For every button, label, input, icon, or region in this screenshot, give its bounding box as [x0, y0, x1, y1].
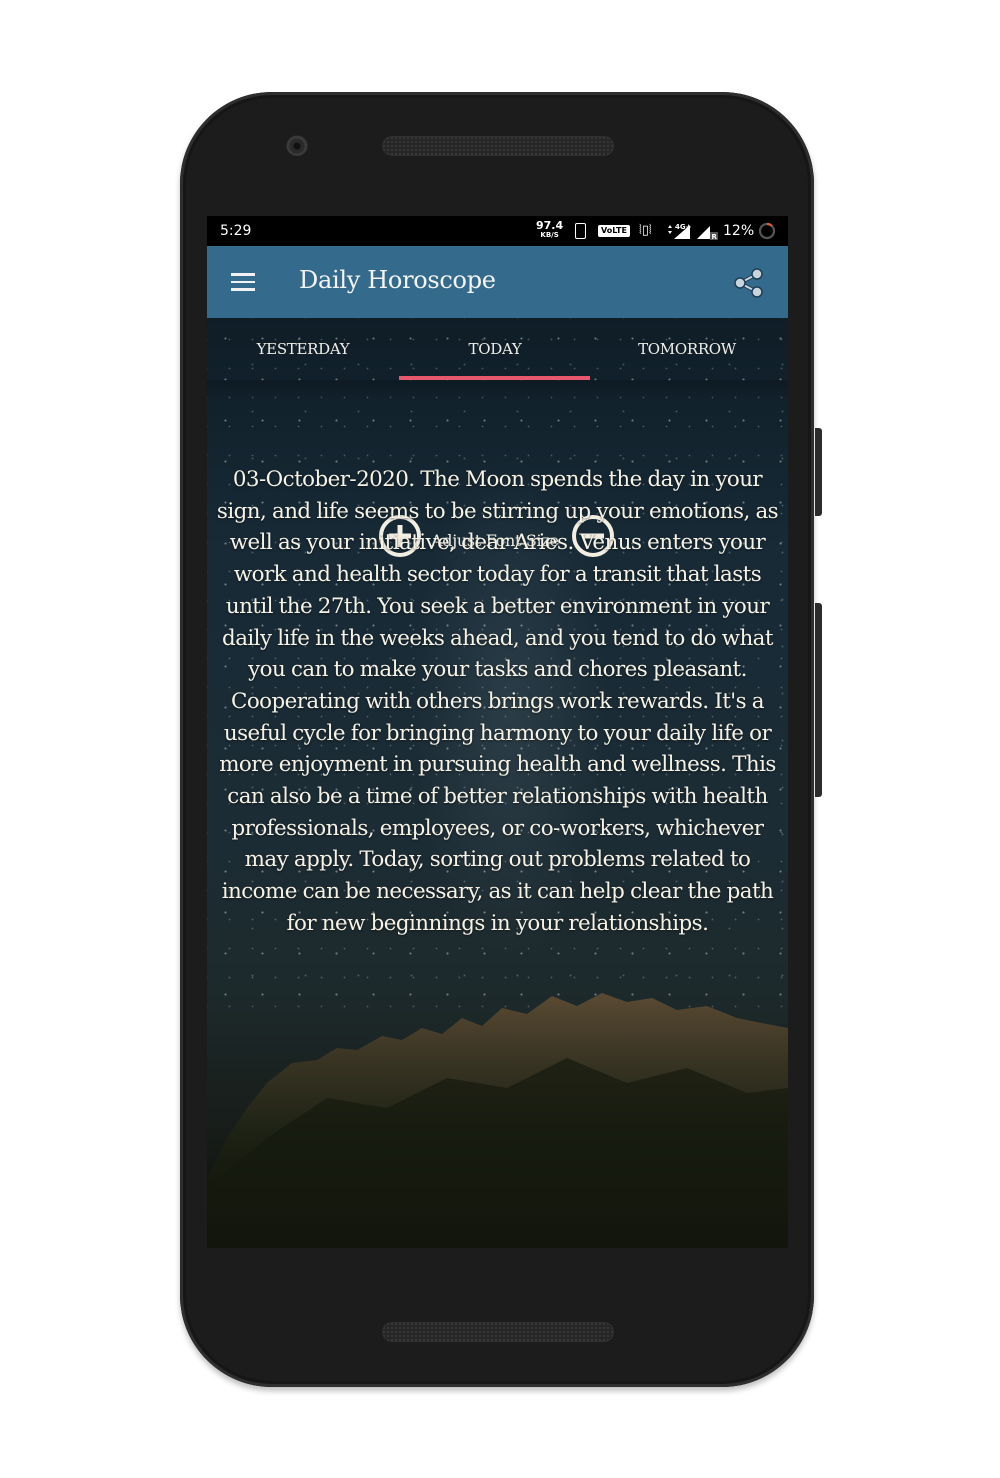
- battery-icon: [758, 222, 776, 240]
- volume-button: [815, 603, 822, 797]
- power-button: [815, 428, 822, 516]
- earpiece-speaker: [382, 136, 614, 156]
- day-tabs: YESTERDAY TODAY TOMORROW: [207, 318, 788, 380]
- share-icon[interactable]: [732, 266, 766, 300]
- app-title: Daily Horoscope: [299, 266, 496, 294]
- tabs-shadow: [207, 380, 788, 402]
- status-time: 5:29: [220, 223, 252, 239]
- network-speed-unit: KB/S: [540, 231, 559, 239]
- horoscope-text: 03-October-2020. The Moon spends the day…: [216, 467, 779, 936]
- battery-percent: 12%: [723, 223, 755, 239]
- mobile-data-signal-icon: 4G+: [668, 223, 691, 239]
- tab-tomorrow[interactable]: TOMORROW: [591, 318, 783, 380]
- phone-icon: [575, 223, 586, 239]
- network-speed-value: 97.4: [536, 219, 564, 232]
- roaming-label: R: [712, 233, 718, 240]
- vibrate-icon: ⦚▯⦚: [639, 223, 652, 238]
- hamburger-menu-icon[interactable]: [231, 273, 255, 291]
- screen: 5:29 97.4 KB/S VoLTE ⦚▯⦚ 4G+ R 12% Daily…: [207, 216, 788, 1248]
- bottom-speaker: [382, 1322, 614, 1342]
- mountain-background: [207, 993, 788, 1248]
- front-camera: [286, 134, 308, 156]
- status-bar: 5:29 97.4 KB/S VoLTE ⦚▯⦚ 4G+ R 12%: [207, 216, 788, 246]
- volte-badge: VoLTE: [598, 225, 630, 237]
- tab-today[interactable]: TODAY: [399, 318, 591, 380]
- sim2-signal-icon: R: [697, 226, 718, 240]
- tab-yesterday[interactable]: YESTERDAY: [207, 318, 399, 380]
- network-speed: 97.4 KB/S: [536, 220, 563, 239]
- app-bar: Daily Horoscope: [207, 246, 788, 318]
